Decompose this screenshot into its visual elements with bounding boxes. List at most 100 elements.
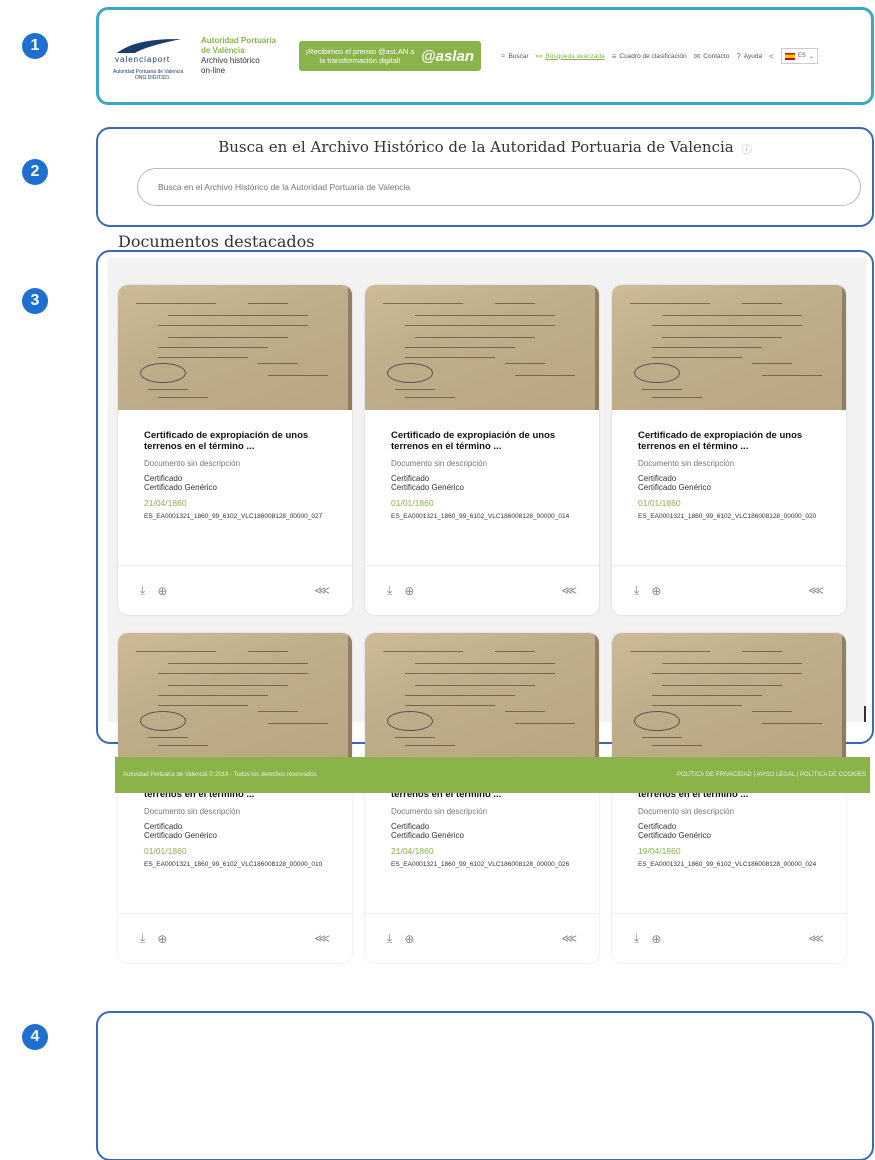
add-icon[interactable]: ⊕ xyxy=(157,584,167,598)
marker-4: 4 xyxy=(22,1024,48,1050)
card-date: 01/01/1860 xyxy=(144,846,187,856)
share-icon[interactable]: ⋘ xyxy=(808,932,824,945)
handwriting-line xyxy=(495,303,535,304)
add-icon[interactable]: ⊕ xyxy=(157,932,167,946)
handwriting-line xyxy=(136,303,216,304)
share-icon: < xyxy=(769,51,774,61)
document-thumbnail[interactable] xyxy=(118,633,352,758)
handwriting-line xyxy=(515,375,575,376)
add-icon[interactable]: ⊕ xyxy=(651,584,661,598)
stamp-seal xyxy=(140,363,186,383)
share-icon[interactable]: ⋘ xyxy=(314,932,330,945)
handwriting-line xyxy=(652,325,802,326)
card-actions: ⤓ ⊕ ⋘ xyxy=(365,565,599,615)
scrollbar-thumb[interactable] xyxy=(864,706,866,722)
document-card[interactable]: Certificado de expropiación de unos terr… xyxy=(365,285,599,615)
document-card[interactable]: Certificado de expropiación de unos terr… xyxy=(118,285,352,615)
handwriting-line xyxy=(642,737,682,738)
handwriting-line xyxy=(383,651,463,652)
handwriting-line xyxy=(652,357,742,358)
footer-links[interactable]: POLÍTICA DE PRIVACIDAD | AVISO LEGAL | P… xyxy=(677,772,866,778)
list-icon: ≡ xyxy=(611,51,617,61)
handwriting-line xyxy=(742,651,782,652)
handwriting-line xyxy=(258,363,298,364)
marker-3: 3 xyxy=(22,288,48,314)
card-title[interactable]: Certificado de expropiación de unos terr… xyxy=(391,430,573,454)
empty-highlight-frame xyxy=(96,1011,874,1160)
card-title[interactable]: Certificado de expropiación de unos terr… xyxy=(144,430,326,454)
handwriting-line xyxy=(652,705,742,706)
nav-classification[interactable]: ≡ Cuadro de clasificación xyxy=(612,52,687,61)
card-title[interactable]: Certificado de expropiación de unos terr… xyxy=(638,430,820,454)
share-icon[interactable]: ⋘ xyxy=(808,584,824,597)
handwriting-line xyxy=(642,389,682,390)
nav-classification-label: Cuadro de clasificación xyxy=(619,52,687,60)
logo-code: ONG DIGIT321 xyxy=(135,75,170,81)
download-icon[interactable]: ⤓ xyxy=(387,931,392,946)
handwriting-line xyxy=(652,745,702,746)
aslan-logo: @aslan xyxy=(421,47,474,65)
document-card[interactable]: Certificado de expropiación de unos terr… xyxy=(612,285,846,615)
search-heading-text: Busca en el Archivo Histórico de la Auto… xyxy=(218,138,734,156)
page-gutter xyxy=(842,633,846,758)
document-thumbnail[interactable] xyxy=(365,633,599,758)
add-icon[interactable]: ⊕ xyxy=(404,932,414,946)
award-banner[interactable]: ¡Recibimos el premio @asLAN a la transfo… xyxy=(299,41,481,71)
handwriting-line xyxy=(415,315,555,316)
share-icon[interactable]: ⋘ xyxy=(561,584,577,597)
card-body: Certificado de expropiación de unos terr… xyxy=(118,410,352,521)
share-icon[interactable]: ⋘ xyxy=(314,584,330,597)
info-icon[interactable]: ⓘ xyxy=(742,145,752,156)
chevron-down-icon: ⌄ xyxy=(808,53,814,60)
download-icon[interactable]: ⤓ xyxy=(634,583,639,598)
document-thumbnail[interactable] xyxy=(365,285,599,410)
card-actions: ⤓ ⊕ ⋘ xyxy=(612,913,846,963)
document-thumbnail[interactable] xyxy=(612,285,846,410)
handwriting-line xyxy=(415,663,555,664)
card-actions: ⤓ ⊕ ⋘ xyxy=(365,913,599,963)
handwriting-line xyxy=(415,337,535,338)
card-description: Documento sin descripción xyxy=(391,807,488,816)
search-input[interactable] xyxy=(137,168,861,206)
download-icon[interactable]: ⤓ xyxy=(387,583,392,598)
handwriting-line xyxy=(168,337,288,338)
language-selector[interactable]: ES ⌄ xyxy=(780,48,818,64)
handwriting-line xyxy=(268,375,328,376)
nav-help[interactable]: ? Ayuda xyxy=(736,52,762,61)
download-icon[interactable]: ⤓ xyxy=(634,931,639,946)
card-date: 01/01/1860 xyxy=(391,498,434,508)
card-type: Certificado xyxy=(638,822,677,831)
card-subtype: Certificado Genérico xyxy=(391,831,464,840)
card-subtype: Certificado Genérico xyxy=(391,483,464,492)
valenciaport-logo[interactable]: valenciaport Autoridad Portuaria de Vale… xyxy=(113,29,189,83)
handwriting-line xyxy=(630,651,710,652)
nav-search-label: Buscar xyxy=(508,52,529,60)
document-card[interactable]: Certificado de expropiación de unos terr… xyxy=(365,633,599,963)
stamp-seal xyxy=(634,711,680,731)
document-card[interactable]: Certificado de expropiación de unos terr… xyxy=(612,633,846,963)
download-icon[interactable]: ⤓ xyxy=(140,931,145,946)
marker-2: 2 xyxy=(22,159,48,185)
handwriting-line xyxy=(258,711,298,712)
document-thumbnail[interactable] xyxy=(612,633,846,758)
stamp-seal xyxy=(140,711,186,731)
add-icon[interactable]: ⊕ xyxy=(651,932,661,946)
nav-advanced-search[interactable]: ⚯ Búsqueda avanzada xyxy=(536,52,605,61)
handwriting-line xyxy=(405,325,555,326)
add-icon[interactable]: ⊕ xyxy=(404,584,414,598)
share-icon[interactable]: ⋘ xyxy=(561,932,577,945)
document-thumbnail[interactable] xyxy=(118,285,352,410)
download-icon[interactable]: ⤓ xyxy=(140,583,145,598)
card-date: 21/04/1860 xyxy=(391,846,434,856)
card-subtype: Certificado Genérico xyxy=(638,483,711,492)
card-subtype: Certificado Genérico xyxy=(638,831,711,840)
handwriting-line xyxy=(405,357,495,358)
nav-share[interactable]: < xyxy=(769,52,774,61)
handwriting-line xyxy=(395,389,435,390)
document-card[interactable]: Certificado de expropiación de unos terr… xyxy=(118,633,352,963)
nav-search[interactable]: ⌕ Buscar xyxy=(501,51,529,61)
org-line-2: de València xyxy=(201,46,245,55)
handwriting-line xyxy=(148,737,188,738)
nav-contact[interactable]: ✉ Contacto xyxy=(694,52,730,61)
site-footer: Autoridad Portuaria de València © 2019 -… xyxy=(115,757,870,793)
